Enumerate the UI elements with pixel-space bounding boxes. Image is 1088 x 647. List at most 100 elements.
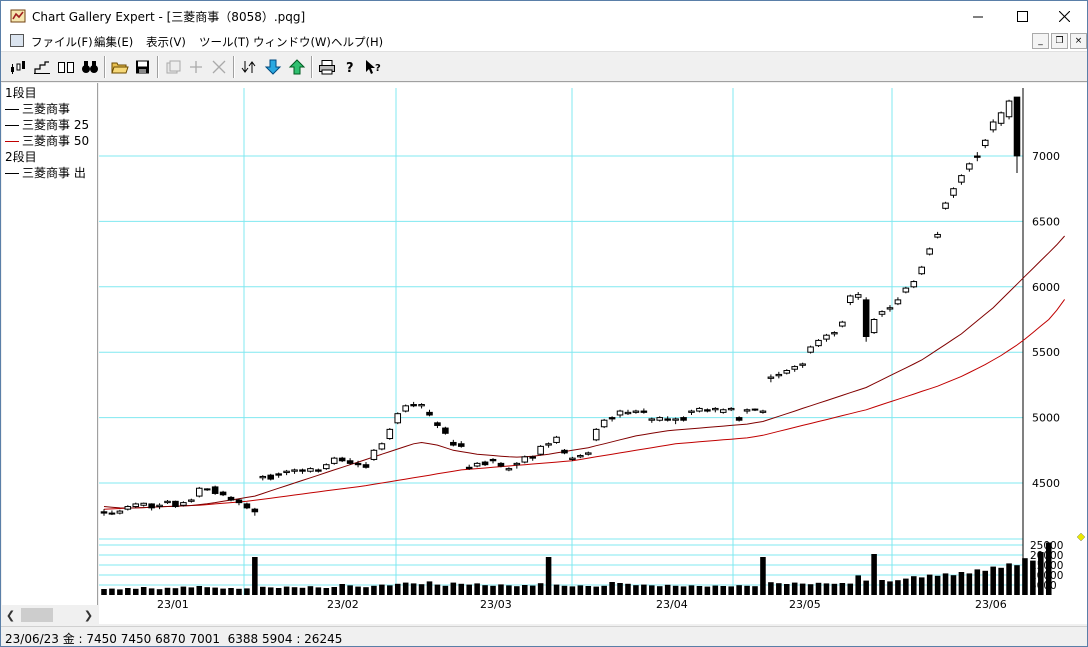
help-button[interactable]: ? bbox=[339, 56, 361, 78]
volume-bar bbox=[307, 586, 314, 595]
candle-body bbox=[275, 473, 282, 476]
volume-bar bbox=[228, 588, 234, 595]
volume-bar bbox=[466, 584, 472, 595]
volume-bar bbox=[728, 586, 734, 595]
menu-edit[interactable]: 編集(E) bbox=[94, 34, 133, 50]
candle-body bbox=[330, 457, 338, 464]
mdi-restore-button[interactable]: ❐ bbox=[1051, 33, 1068, 49]
legend-item-ma25[interactable]: 三菱商事 25 bbox=[5, 116, 89, 133]
candle-body bbox=[211, 486, 219, 494]
candle-body bbox=[1013, 96, 1021, 157]
candle-body bbox=[989, 121, 997, 131]
stock-chart[interactable]: 4500500055006000650070002500020000150001… bbox=[99, 83, 1087, 624]
candle-body bbox=[291, 469, 298, 472]
candle-body bbox=[839, 321, 846, 327]
candle-body bbox=[569, 457, 576, 460]
volume-bar bbox=[252, 557, 258, 595]
context-help-button[interactable]: ? bbox=[362, 56, 384, 78]
candle-body bbox=[648, 418, 656, 421]
candle-body bbox=[680, 417, 687, 421]
candle-body bbox=[394, 413, 402, 424]
mdi-close-button[interactable]: × bbox=[1070, 33, 1087, 49]
volume-bar bbox=[791, 582, 798, 595]
print-button[interactable] bbox=[316, 56, 338, 78]
scroll-left-button[interactable]: ❮ bbox=[2, 606, 19, 624]
candle-body bbox=[457, 443, 465, 447]
download-button[interactable] bbox=[262, 56, 284, 78]
open-button[interactable] bbox=[109, 56, 131, 78]
chart-area[interactable]: 4500500055006000650070002500020000150001… bbox=[99, 83, 1087, 624]
volume-bar bbox=[736, 585, 742, 595]
scroll-thumb[interactable] bbox=[21, 608, 53, 622]
volume-bar bbox=[569, 586, 576, 595]
volume-bar bbox=[148, 588, 155, 595]
volume-bar bbox=[458, 583, 465, 595]
volume-bar bbox=[1045, 542, 1052, 595]
menu-view[interactable]: 表示(V) bbox=[146, 34, 186, 50]
split-view-button[interactable] bbox=[55, 56, 77, 78]
menu-tools[interactable]: ツール(T) bbox=[199, 34, 250, 50]
candle-body bbox=[831, 332, 838, 335]
volume-bar bbox=[410, 583, 417, 595]
close-button[interactable] bbox=[1041, 1, 1087, 31]
window-title: Chart Gallery Expert - [三菱商事（8058）.pqg] bbox=[32, 10, 306, 24]
volume-bar bbox=[506, 585, 512, 595]
candle-body bbox=[902, 287, 910, 293]
delete-button[interactable] bbox=[208, 56, 230, 78]
candle-body bbox=[529, 456, 536, 459]
candle-body bbox=[307, 468, 314, 472]
save-button[interactable] bbox=[132, 56, 154, 78]
candle-body bbox=[735, 417, 743, 421]
volume-bar bbox=[768, 582, 774, 595]
transfer-button[interactable] bbox=[238, 56, 260, 78]
candle-body bbox=[577, 455, 584, 458]
plus-icon bbox=[190, 61, 202, 73]
volume-bar bbox=[656, 586, 663, 595]
legend-item-panel1[interactable]: 1段目 bbox=[5, 84, 37, 101]
upload-button[interactable] bbox=[286, 56, 308, 78]
legend-item-volume[interactable]: 三菱商事 出 bbox=[5, 164, 86, 181]
volume-bar bbox=[244, 588, 250, 595]
candle-chart-button[interactable] bbox=[7, 56, 29, 78]
add-button[interactable] bbox=[185, 56, 207, 78]
volume-bar bbox=[387, 585, 393, 595]
volume-bar bbox=[831, 583, 838, 595]
volume-bar bbox=[696, 586, 703, 595]
find-button[interactable] bbox=[79, 56, 101, 78]
legend-item-panel2[interactable]: 2段目 bbox=[5, 148, 37, 165]
legend-item-price[interactable]: 三菱商事 bbox=[5, 100, 70, 117]
volume-bar bbox=[847, 583, 854, 595]
candle-body bbox=[140, 502, 147, 506]
candle-body bbox=[894, 299, 902, 305]
candle-body bbox=[386, 428, 394, 440]
volume-bar bbox=[117, 589, 123, 595]
candle-body bbox=[966, 163, 973, 170]
menu-help[interactable]: ヘルプ(H) bbox=[331, 34, 383, 50]
candle-body bbox=[823, 334, 830, 340]
volume-bar bbox=[982, 570, 989, 595]
menu-window[interactable]: ウィンドウ(W) bbox=[253, 34, 331, 50]
candle-body bbox=[156, 504, 163, 508]
candle-body bbox=[704, 409, 711, 412]
legend-item-ma50[interactable]: 三菱商事 50 bbox=[5, 132, 89, 149]
candle-body bbox=[410, 404, 417, 407]
menu-file[interactable]: ファイル(F) bbox=[31, 34, 93, 50]
properties-icon bbox=[166, 60, 181, 74]
mdi-minimize-button[interactable]: _ bbox=[1032, 33, 1049, 49]
line-chart-button[interactable] bbox=[31, 56, 53, 78]
candle-body bbox=[934, 233, 941, 238]
minimize-button[interactable] bbox=[955, 1, 1001, 31]
volume-bar bbox=[379, 584, 385, 595]
scroll-right-button[interactable]: ❯ bbox=[80, 606, 97, 624]
candle-body bbox=[418, 404, 425, 407]
document-icon[interactable] bbox=[10, 34, 24, 47]
candle-body bbox=[505, 468, 513, 471]
title-bar[interactable]: Chart Gallery Expert - [三菱商事（8058）.pqg] bbox=[1, 1, 1087, 31]
properties-button[interactable] bbox=[162, 56, 184, 78]
candle-body bbox=[553, 436, 560, 443]
legend-scrollbar[interactable]: ❮ ❯ bbox=[2, 606, 98, 624]
volume-bar bbox=[744, 585, 750, 595]
candle-body bbox=[235, 499, 243, 504]
volume-bar bbox=[593, 586, 600, 595]
maximize-button[interactable] bbox=[999, 1, 1045, 31]
